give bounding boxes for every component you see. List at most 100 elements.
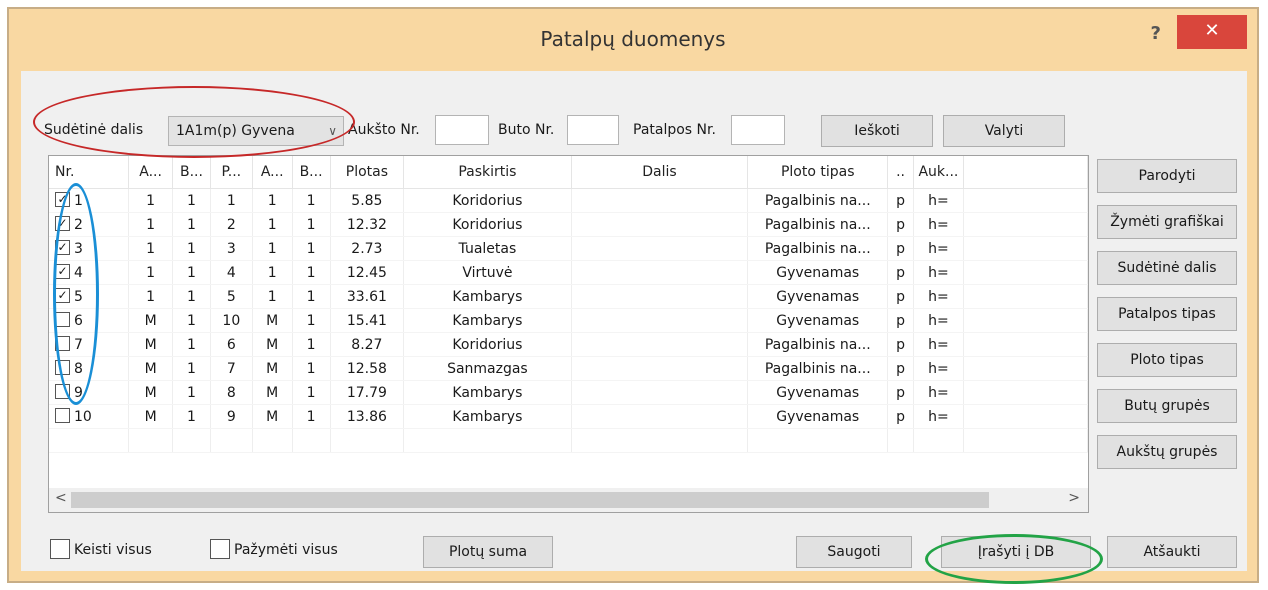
table-cell[interactable]: Pagalbinis na... [747,236,889,261]
table-cell[interactable]: 10 [210,308,253,333]
column-header[interactable]: Auk... [913,156,964,189]
table-cell[interactable]: 1 [292,308,331,333]
table-cell[interactable]: 2 [210,212,253,237]
table-cell[interactable]: Gyvenamas [747,404,889,429]
table-row[interactable]: 10 M 1 9 M 1 13.86 Kambarys Gyvenamas p h= [49,404,1088,429]
table-cell[interactable]: 33.61 [330,284,405,309]
column-header[interactable]: Paskirtis [403,156,572,189]
table-cell[interactable]: Tualetas [403,236,572,261]
scroll-left-icon[interactable]: < [55,490,67,506]
table-cell[interactable]: M [128,332,174,357]
table-row[interactable]: 8 M 1 7 M 1 12.58 Sanmazgas Pagalbinis na... p h= [49,356,1088,381]
table-cell[interactable]: 1 [172,356,211,381]
table-cell[interactable]: 7 [210,356,253,381]
table-cell[interactable]: p [887,188,914,213]
flat-groups-button[interactable]: Butų grupės [1097,389,1237,423]
table-cell[interactable] [571,212,749,237]
table-cell[interactable]: Pagalbinis na... [747,332,889,357]
column-header[interactable]: Ploto tipas [747,156,889,189]
table-cell[interactable]: Pagalbinis na... [747,212,889,237]
table-row[interactable]: ✓ 1 1 1 1 1 1 5.85 Koridorius Pagalbinis na... p h= [49,188,1088,213]
butas-input[interactable] [567,115,619,145]
table-cell[interactable]: 9 [210,404,253,429]
scroll-right-icon[interactable]: > [1068,490,1080,506]
table-cell[interactable]: Gyvenamas [747,380,889,405]
table-cell[interactable]: 1 [128,284,174,309]
table-cell[interactable]: M [128,380,174,405]
table-cell[interactable]: 1 [172,332,211,357]
mark-graphically-button[interactable]: Žymėti grafiškai [1097,205,1237,239]
table-cell[interactable]: 1 [292,332,331,357]
composite-part-button[interactable]: Sudėtinė dalis [1097,251,1237,285]
table-row[interactable]: ✓ 5 1 1 5 1 1 33.61 Kambarys Gyvenamas p h= [49,284,1088,309]
table-cell[interactable] [571,284,749,309]
table-cell[interactable]: 1 [172,308,211,333]
table-cell[interactable]: Gyvenamas [747,308,889,333]
save-button[interactable]: Saugoti [796,536,912,568]
table-cell[interactable]: Virtuvė [403,260,572,285]
table-cell[interactable]: p [887,356,914,381]
table-cell[interactable]: 12.58 [330,356,405,381]
table-row[interactable]: ✓ 3 1 1 3 1 1 2.73 Tualetas Pagalbinis na... p h= [49,236,1088,261]
table-cell[interactable]: 1 [128,260,174,285]
table-cell[interactable]: h= [913,380,964,405]
table-cell[interactable]: Pagalbinis na... [747,356,889,381]
table-cell[interactable]: M [252,308,293,333]
table-cell[interactable]: 1 [128,236,174,261]
table-cell[interactable]: p [887,236,914,261]
table-row[interactable]: 9 M 1 8 M 1 17.79 Kambarys Gyvenamas p h= [49,380,1088,405]
area-type-button[interactable]: Ploto tipas [1097,343,1237,377]
table-cell[interactable]: 1 [292,188,331,213]
table-cell[interactable]: 4 [210,260,253,285]
table-row[interactable]: 7 M 1 6 M 1 8.27 Koridorius Pagalbinis na... p h= [49,332,1088,357]
column-header[interactable]: .. [887,156,914,189]
table-cell[interactable]: 1 [172,380,211,405]
table-cell[interactable]: p [887,308,914,333]
table-cell[interactable]: 1 [210,188,253,213]
floor-groups-button[interactable]: Aukštų grupės [1097,435,1237,469]
table-cell[interactable]: 1 [172,260,211,285]
search-button[interactable]: Ieškoti [821,115,933,147]
table-cell[interactable] [571,380,749,405]
table-cell[interactable]: 13.86 [330,404,405,429]
table-cell[interactable]: Sanmazgas [403,356,572,381]
table-cell[interactable] [571,332,749,357]
table-cell[interactable]: 2.73 [330,236,405,261]
table-cell[interactable]: 3 [210,236,253,261]
column-header[interactable]: Plotas [330,156,405,189]
table-row[interactable]: 6 M 1 10 M 1 15.41 Kambarys Gyvenamas p h= [49,308,1088,333]
aukstas-input[interactable] [435,115,489,145]
table-cell[interactable]: 1 [172,404,211,429]
table-cell[interactable]: 1 [128,212,174,237]
table-cell[interactable]: 5.85 [330,188,405,213]
table-cell[interactable]: p [887,332,914,357]
table-cell[interactable]: M [252,380,293,405]
table-cell[interactable]: Koridorius [403,332,572,357]
table-cell[interactable]: 8.27 [330,332,405,357]
plotu-suma-button[interactable]: Plotų suma [423,536,553,568]
table-cell[interactable]: 17.79 [330,380,405,405]
cancel-button[interactable]: Atšaukti [1107,536,1237,568]
table-cell[interactable]: 1 [128,188,174,213]
table-cell[interactable]: 1 [292,380,331,405]
column-header[interactable]: Dalis [571,156,749,189]
table-cell[interactable]: 1 [292,212,331,237]
table-cell[interactable]: 1 [292,284,331,309]
table-cell[interactable]: Koridorius [403,188,572,213]
column-header[interactable]: P... [210,156,253,189]
table-cell[interactable]: 1 [172,188,211,213]
table-cell[interactable]: p [887,260,914,285]
table-cell[interactable] [571,308,749,333]
table-cell[interactable] [571,356,749,381]
row-number-cell[interactable]: 10 [49,404,130,429]
column-header[interactable]: A... [252,156,293,189]
table-row[interactable]: ✓ 2 1 1 2 1 1 12.32 Koridorius Pagalbinis na... p h… [49,212,1088,237]
table-cell[interactable]: 12.32 [330,212,405,237]
row-checkbox[interactable] [55,408,70,423]
table-cell[interactable]: Kambarys [403,404,572,429]
table-cell[interactable]: M [128,404,174,429]
table-cell[interactable]: h= [913,236,964,261]
table-cell[interactable]: 1 [172,212,211,237]
table-cell[interactable] [571,260,749,285]
show-button[interactable]: Parodyti [1097,159,1237,193]
